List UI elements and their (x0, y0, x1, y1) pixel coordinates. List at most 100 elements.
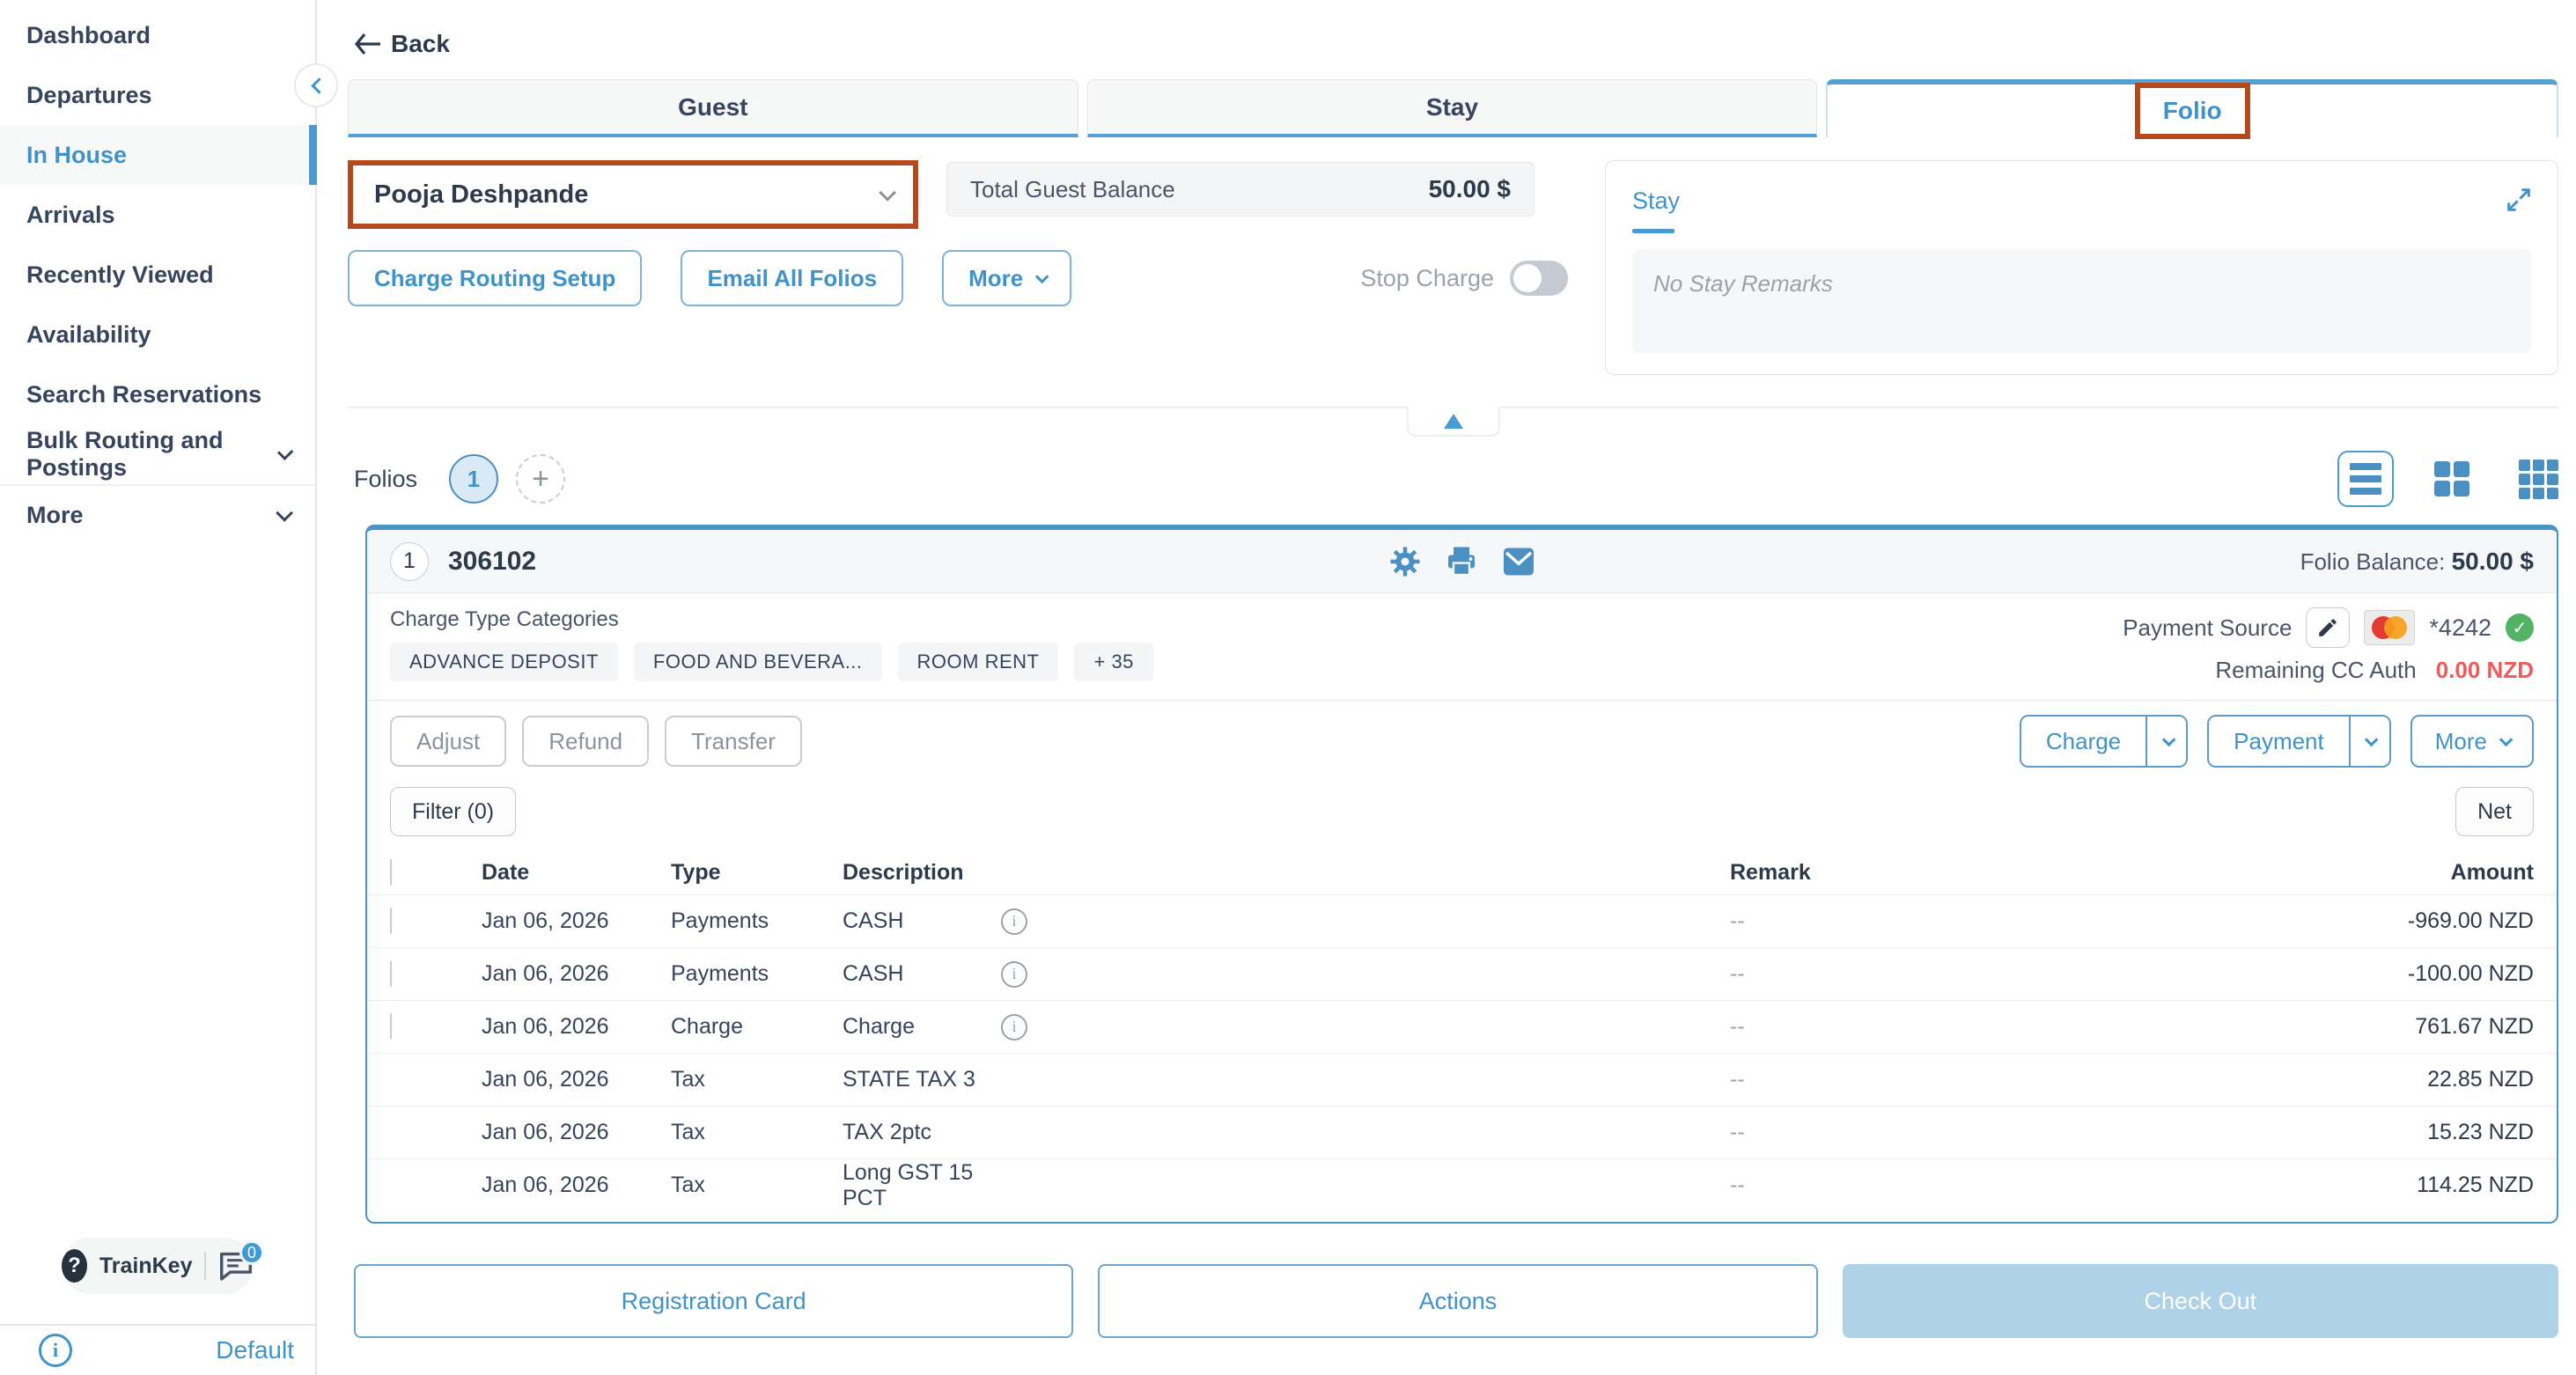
cell-description: STATE TAX 3 (843, 1067, 1001, 1092)
table-row[interactable]: Jan 06, 2026 Tax TAX 2ptc -- 15.23 NZD (367, 1106, 2557, 1158)
refund-button[interactable]: Refund (522, 716, 649, 767)
more-button[interactable]: More (942, 250, 1071, 306)
transfer-button[interactable]: Transfer (665, 716, 802, 767)
trainkey-widget[interactable]: ? TrainKey 0 (62, 1238, 254, 1294)
sidebar-item-search-reservations[interactable]: Search Reservations (0, 364, 315, 424)
table-row[interactable]: Jan 06, 2026 Tax STATE TAX 3 -- 22.85 NZ… (367, 1053, 2557, 1106)
folio-actions-right: Charge Payment More (2020, 715, 2534, 768)
sidebar-item-departures[interactable]: Departures (0, 65, 315, 125)
default-link[interactable]: Default (216, 1336, 294, 1364)
email-all-folios-button[interactable]: Email All Folios (681, 250, 903, 306)
cell-description: CASH (843, 908, 1001, 934)
print-icon[interactable] (1446, 546, 1477, 577)
stay-panel-tab[interactable]: Stay (1632, 188, 1680, 233)
sidebar-item-dashboard[interactable]: Dashboard (0, 5, 315, 65)
grid-2x2-view-button[interactable] (2434, 461, 2469, 496)
cell-remark: -- (1730, 908, 2155, 934)
category-chip[interactable]: ADVANCE DEPOSIT (390, 643, 618, 681)
cell-date: Jan 06, 2026 (482, 1014, 671, 1040)
chevron-down-icon (2499, 732, 2513, 746)
tab-label: Guest (678, 93, 747, 121)
info-icon[interactable]: i (1001, 908, 1027, 935)
adjust-button[interactable]: Adjust (390, 716, 506, 767)
expand-icon[interactable] (2505, 186, 2533, 218)
sidebar-footer: ? TrainKey 0 i Default (0, 1238, 315, 1375)
bottom-action-bar: Registration Card Actions Check Out (348, 1264, 2558, 1338)
info-icon[interactable]: i (1001, 961, 1027, 988)
column-header-date: Date (482, 860, 671, 886)
sidebar-item-bulk-routing[interactable]: Bulk Routing and Postings (0, 424, 315, 484)
cell-type: Tax (671, 1067, 843, 1092)
payment-dropdown-button[interactable] (2349, 717, 2389, 766)
row-checkbox[interactable] (390, 908, 392, 934)
select-all-checkbox[interactable] (390, 859, 392, 886)
category-chip[interactable]: ROOM RENT (898, 643, 1059, 681)
stop-charge-label: Stop Charge (1360, 265, 1494, 292)
guest-selector[interactable]: Pooja Deshpande (353, 165, 913, 224)
info-icon[interactable]: i (39, 1334, 72, 1367)
cell-type: Tax (671, 1173, 843, 1198)
folio-actions-row: Adjust Refund Transfer Charge Payment Mo… (367, 700, 2557, 780)
table-row[interactable]: Jan 06, 2026 Payments CASHi -- -969.00 N… (367, 894, 2557, 947)
remaining-cc-label: Remaining CC Auth (2215, 657, 2416, 684)
sidebar-item-label: Dashboard (26, 22, 151, 49)
list-view-button[interactable] (2337, 451, 2394, 507)
back-label: Back (391, 30, 450, 58)
category-chip[interactable]: FOOD AND BEVERA... (634, 643, 882, 681)
tab-folio[interactable]: Folio (1826, 79, 2558, 137)
row-checkbox[interactable] (390, 960, 392, 987)
check-out-button[interactable]: Check Out (1843, 1264, 2558, 1338)
net-button[interactable]: Net (2455, 787, 2534, 836)
filter-button[interactable]: Filter (0) (390, 787, 516, 836)
category-chip-more[interactable]: + 35 (1074, 643, 1152, 681)
sidebar-item-recently-viewed[interactable]: Recently Viewed (0, 245, 315, 305)
sidebar-collapse-button[interactable] (294, 63, 338, 107)
back-button[interactable]: Back (354, 30, 450, 58)
toggle-knob (1513, 264, 1542, 292)
button-label: More (968, 265, 1023, 292)
sidebar-item-in-house[interactable]: In House (0, 125, 315, 185)
sidebar-item-label: Departures (26, 82, 152, 109)
sidebar-item-label: More (26, 502, 84, 529)
edit-payment-button[interactable] (2306, 607, 2350, 648)
folio-chip-1[interactable]: 1 (449, 454, 498, 504)
payment-button[interactable]: Payment (2209, 717, 2349, 766)
sidebar-item-more[interactable]: More (0, 484, 315, 544)
collapse-section-button[interactable] (1407, 407, 1500, 437)
tab-stay[interactable]: Stay (1087, 79, 1818, 137)
table-row[interactable]: Jan 06, 2026 Charge Chargei -- 761.67 NZ… (367, 1000, 2557, 1053)
tab-label: Folio (2163, 97, 2222, 124)
folio-more-button[interactable]: More (2410, 715, 2534, 768)
sidebar-item-availability[interactable]: Availability (0, 305, 315, 364)
actions-button[interactable]: Actions (1098, 1264, 1817, 1338)
add-folio-button[interactable]: + (516, 454, 565, 504)
folio-card-header: 1 306102 Folio Balance: 50.00 (367, 530, 2557, 593)
cell-date: Jan 06, 2026 (482, 1067, 671, 1092)
tab-label: Stay (1426, 93, 1478, 121)
table-row[interactable]: Jan 06, 2026 Payments CASHi -- -100.00 N… (367, 947, 2557, 1000)
registration-card-button[interactable]: Registration Card (354, 1264, 1073, 1338)
email-icon[interactable] (1502, 547, 1535, 577)
mastercard-icon (2364, 610, 2415, 645)
folio-id-group: 1 306102 (390, 542, 1389, 581)
info-icon[interactable]: i (1001, 1014, 1027, 1040)
chat-button[interactable]: 0 (218, 1251, 254, 1281)
sidebar-item-arrivals[interactable]: Arrivals (0, 185, 315, 245)
stop-charge-control: Stop Charge (1360, 261, 1568, 296)
tab-guest[interactable]: Guest (348, 79, 1078, 137)
verified-check-icon: ✓ (2506, 614, 2534, 642)
payment-split-button: Payment (2207, 715, 2391, 768)
row-checkbox[interactable] (390, 1013, 392, 1040)
cell-amount: 22.85 NZD (2155, 1067, 2534, 1092)
cell-description: Long GST 15 PCT (843, 1160, 1001, 1211)
charge-dropdown-button[interactable] (2145, 717, 2186, 766)
charge-routing-setup-button[interactable]: Charge Routing Setup (348, 250, 642, 306)
charge-button[interactable]: Charge (2021, 717, 2145, 766)
annotation-highlight: Folio (2135, 83, 2250, 139)
settings-gear-icon[interactable] (1389, 546, 1421, 577)
grid-3x3-view-button[interactable] (2519, 460, 2558, 499)
table-row[interactable]: Jan 06, 2026 Tax Long GST 15 PCT -- 114.… (367, 1158, 2557, 1211)
stop-charge-toggle[interactable] (1510, 261, 1568, 296)
guest-selector-value: Pooja Deshpande (374, 180, 588, 210)
button-label: More (2435, 728, 2487, 755)
